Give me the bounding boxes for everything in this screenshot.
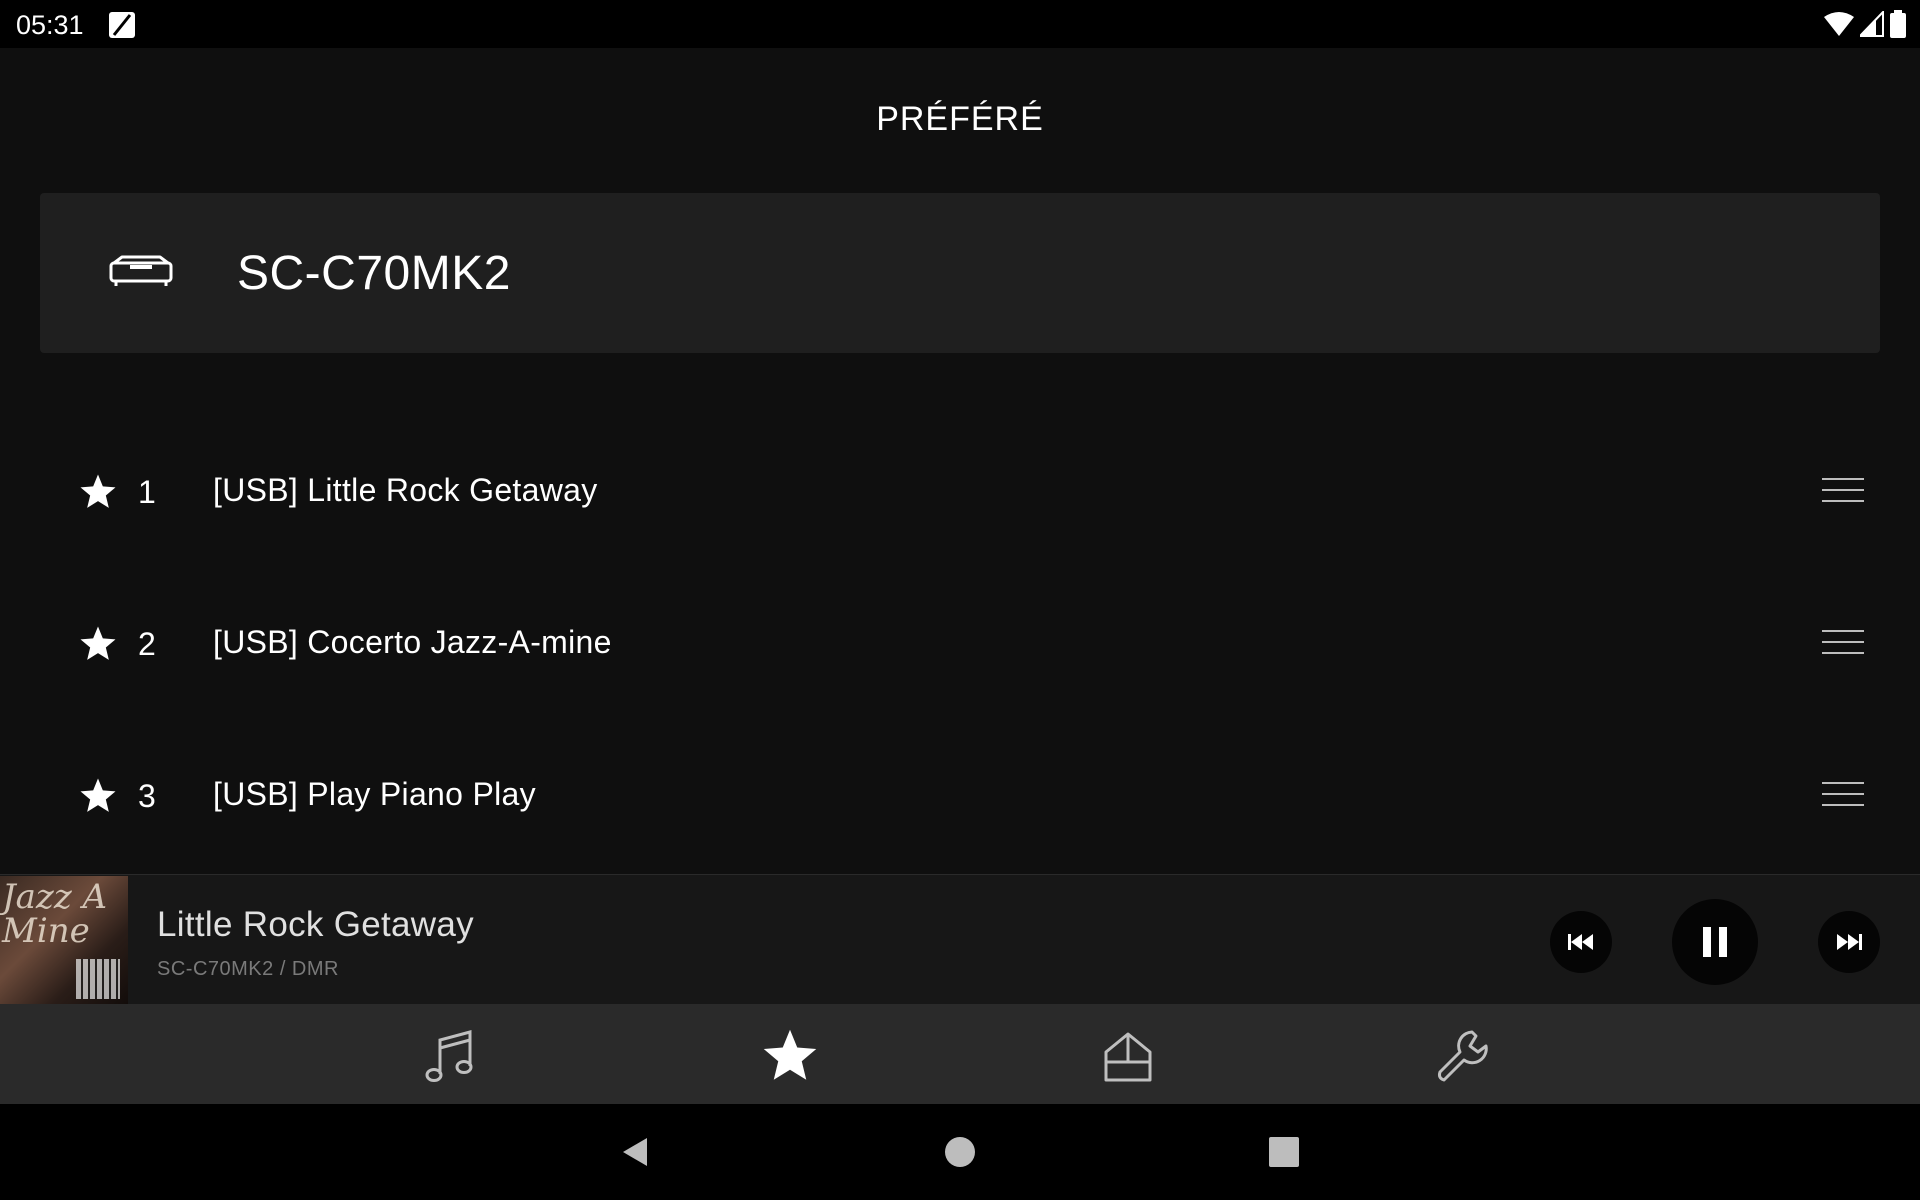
status-time: 05:31 (16, 10, 84, 40)
album-art-text: Jazz A Mine (2, 877, 108, 951)
device-name: SC-C70MK2 (237, 247, 511, 300)
back-icon[interactable] (617, 1134, 653, 1170)
drag-handle-icon[interactable] (1822, 478, 1864, 504)
device-selector[interactable]: SC-C70MK2 (40, 193, 1880, 353)
recent-apps-icon[interactable] (1266, 1134, 1302, 1170)
bottom-navigation (0, 1004, 1920, 1104)
now-playing-bar[interactable]: Jazz A Mine Little Rock Getaway SC-C70MK… (0, 874, 1920, 1005)
star-icon[interactable] (78, 624, 118, 664)
signal-icon (1860, 11, 1884, 37)
pause-icon (1703, 927, 1727, 957)
wrench-icon[interactable] (1434, 1026, 1494, 1086)
list-item[interactable]: 1 [USB] Little Rock Getaway (0, 416, 1920, 568)
drag-handle-icon[interactable] (1822, 782, 1864, 808)
favorite-title: [USB] Little Rock Getaway (213, 472, 598, 508)
favorite-number: 2 (138, 626, 156, 662)
favorite-title: [USB] Cocerto Jazz-A-mine (213, 624, 612, 660)
device-speaker-icon (109, 255, 173, 286)
wifi-icon (1824, 12, 1854, 36)
list-item[interactable]: 3 [USB] Play Piano Play (0, 720, 1920, 872)
page-title: PRÉFÉRÉ (876, 100, 1044, 138)
next-track-button[interactable] (1818, 911, 1880, 973)
piano-keys-graphic (76, 959, 120, 999)
album-art[interactable]: Jazz A Mine (0, 876, 128, 1005)
favorites-list: 1 [USB] Little Rock Getaway 2 [USB] Coce… (0, 416, 1920, 872)
drag-handle-icon[interactable] (1822, 630, 1864, 656)
star-icon[interactable] (78, 776, 118, 816)
home-button-icon[interactable] (942, 1134, 978, 1170)
music-icon[interactable] (420, 1026, 480, 1086)
favorite-title: [USB] Play Piano Play (213, 776, 536, 812)
now-playing-title: Little Rock Getaway (157, 905, 474, 944)
system-navigation-bar (0, 1104, 1920, 1200)
star-icon[interactable] (760, 1026, 820, 1086)
previous-track-button[interactable] (1550, 911, 1612, 973)
favorite-number: 3 (138, 778, 156, 814)
skip-previous-icon (1568, 934, 1593, 950)
skip-next-icon (1837, 934, 1862, 950)
favorite-number: 1 (138, 474, 156, 510)
home-icon[interactable] (1098, 1026, 1158, 1086)
now-playing-source: SC-C70MK2 / DMR (157, 958, 339, 980)
app-notification-icon (109, 12, 135, 38)
pause-button[interactable] (1672, 899, 1758, 985)
status-bar: 05:31 (0, 0, 1920, 48)
battery-icon (1890, 10, 1906, 38)
list-item[interactable]: 2 [USB] Cocerto Jazz-A-mine (0, 568, 1920, 720)
star-icon[interactable] (78, 472, 118, 512)
